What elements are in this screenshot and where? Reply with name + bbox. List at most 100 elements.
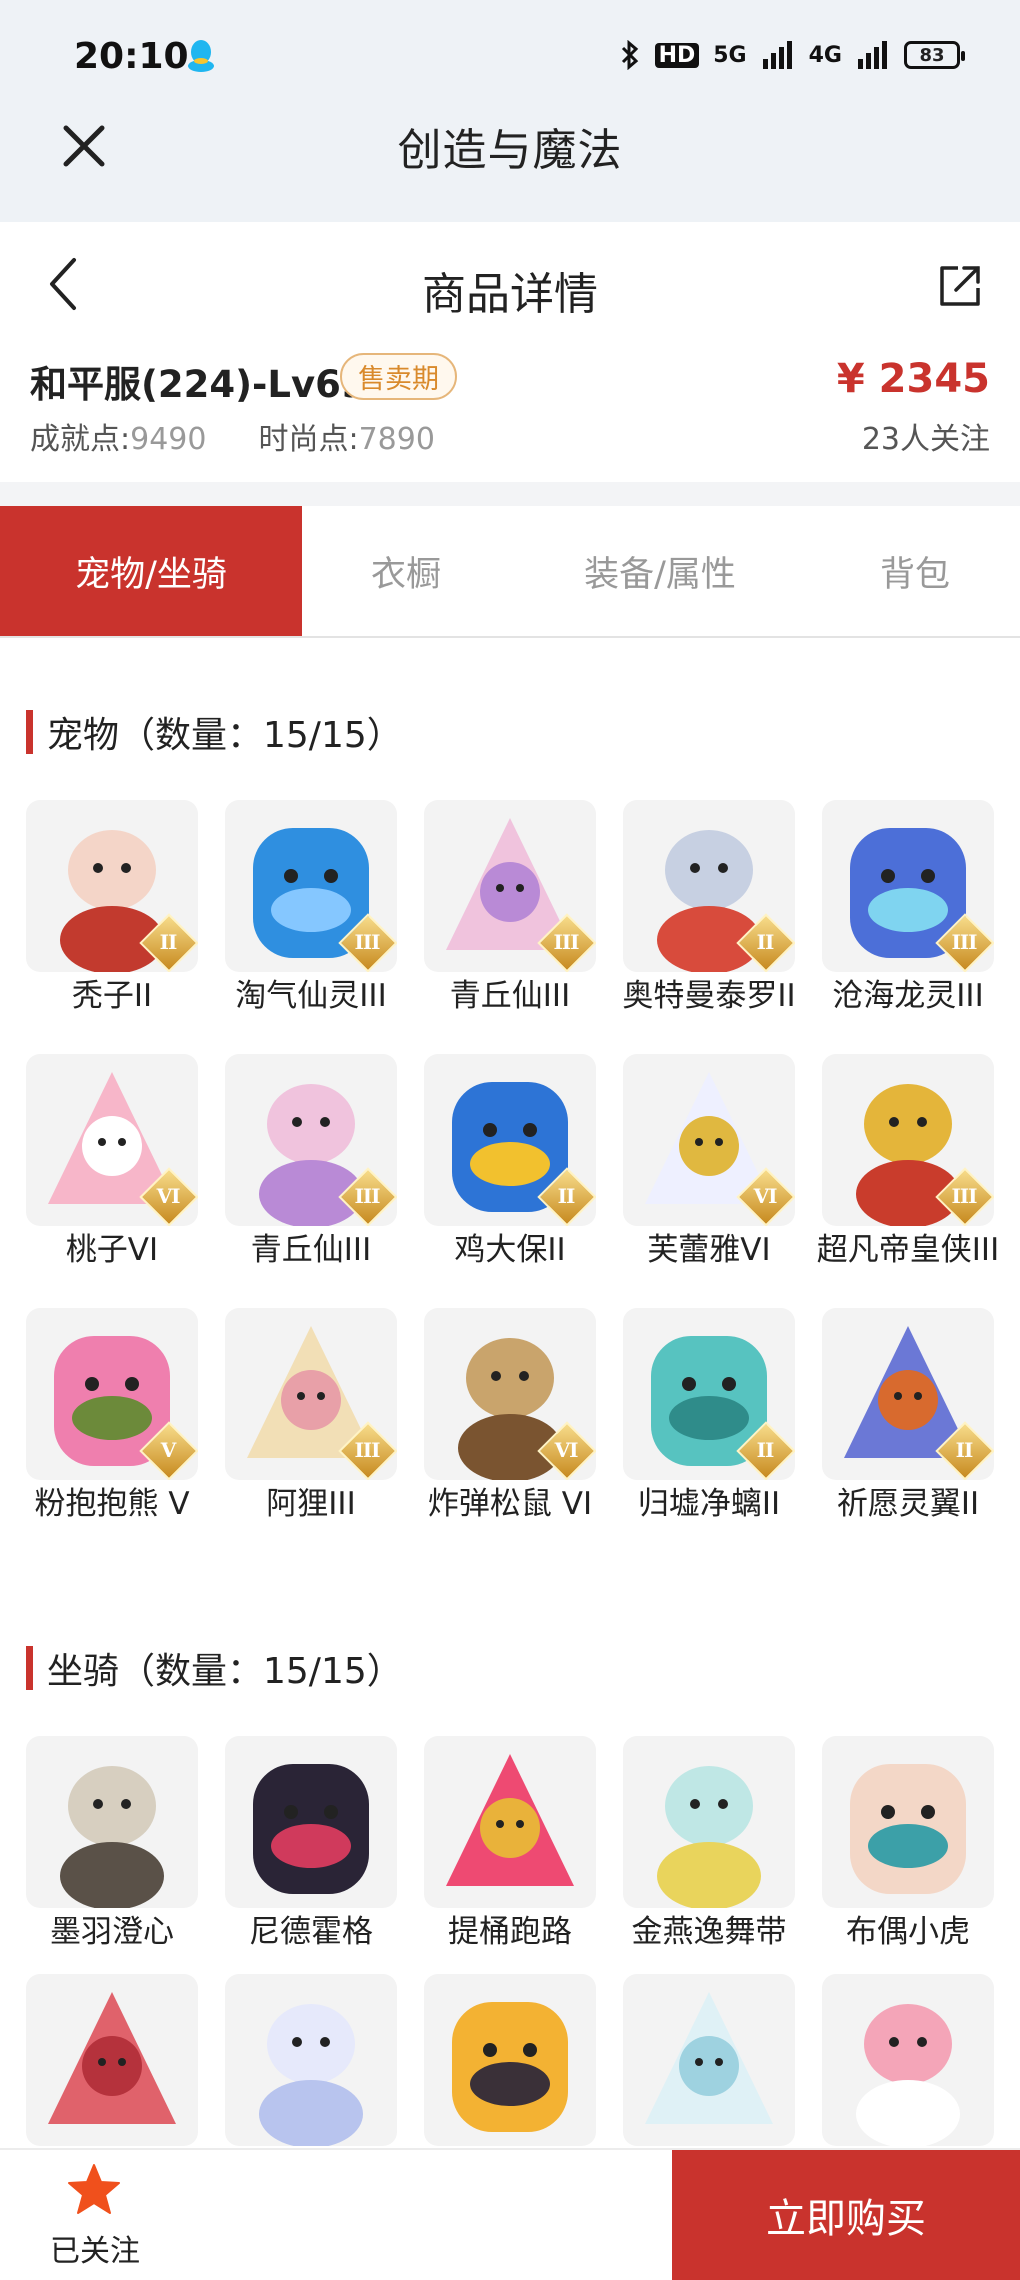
mounts-section-title: 坐骑（数量：15/15）	[26, 1642, 403, 1694]
tab-pets-mounts[interactable]: 宠物/坐骑	[0, 506, 302, 636]
rank-badge-icon: II	[736, 1421, 795, 1480]
pets-grid: II 秃子II III 淘气仙灵III III 青丘仙III II 奥特曼泰罗II III 沧海龙…	[26, 800, 1002, 1524]
item-thumbnail	[26, 1974, 198, 2146]
item-thumbnail	[225, 1974, 397, 2146]
rank-label: VI	[156, 1184, 181, 1208]
pet-item[interactable]: III 淘气仙灵III	[225, 800, 397, 1016]
item-name: 桃子VI	[65, 1232, 159, 1268]
app-header: 20:10 HD 5G 4G 83 创造与魔法	[0, 0, 1020, 222]
tab-wardrobe[interactable]: 衣橱	[302, 506, 510, 636]
mount-item[interactable]	[26, 1974, 198, 2146]
mount-item[interactable]	[822, 1974, 994, 2146]
pet-item[interactable]: VI 炸弹松鼠 VI	[424, 1308, 596, 1524]
item-name: 青丘仙III	[250, 1232, 372, 1268]
item-name: 阿狸III	[266, 1486, 356, 1522]
mount-item[interactable]: 墨羽澄心	[26, 1736, 198, 1952]
item-artwork	[48, 1992, 176, 2124]
item-artwork	[645, 1992, 773, 2124]
item-thumbnail	[822, 1736, 994, 1908]
bottom-action-bar: 已关注 立即购买	[0, 2148, 1020, 2280]
item-name: 金燕逸舞带	[631, 1914, 787, 1950]
item-name: 提桶跑路	[448, 1914, 572, 1950]
4g-signal-icon: 4G	[808, 42, 842, 68]
mounts-section-label: 坐骑（数量：15/15）	[47, 1651, 403, 1692]
product-stats: 成就点:9490 时尚点:7890	[30, 414, 435, 458]
item-name: 沧海龙灵III	[832, 978, 984, 1014]
mount-item[interactable]: 金燕逸舞带	[623, 1736, 795, 1952]
pet-item[interactable]: VI 芙蕾雅VI	[623, 1054, 795, 1270]
follow-label: 已关注	[50, 2234, 140, 2269]
item-thumbnail	[424, 1736, 596, 1908]
rank-badge-icon: V	[139, 1421, 198, 1480]
mount-item[interactable]	[623, 1974, 795, 2146]
item-artwork	[657, 1766, 761, 1908]
page-title: 商品详情	[422, 269, 598, 320]
section-marker	[26, 710, 33, 754]
pet-item[interactable]: II 奥特曼泰罗II	[622, 800, 796, 1016]
rank-label: II	[557, 1184, 576, 1208]
pets-section-title: 宠物（数量：15/15）	[26, 706, 403, 758]
sale-status-badge: 售卖期	[340, 353, 457, 400]
item-name: 淘气仙灵III	[235, 978, 387, 1014]
rank-label: II	[955, 1438, 974, 1462]
buy-now-button[interactable]: 立即购买	[672, 2150, 1020, 2280]
rank-badge-icon: II	[139, 913, 198, 972]
item-name: 粉抱抱熊 V	[34, 1486, 190, 1522]
product-price: ¥ 2345	[836, 356, 990, 402]
tab-equipment[interactable]: 装备/属性	[510, 506, 810, 636]
item-thumbnail: II	[26, 800, 198, 972]
mount-item[interactable]: 布偶小虎	[822, 1736, 994, 1952]
pet-item[interactable]: II 归墟净螭II	[623, 1308, 795, 1524]
achievement-value: 9490	[130, 422, 207, 457]
section-marker	[26, 1646, 33, 1690]
rank-badge-icon: II	[736, 913, 795, 972]
item-thumbnail: V	[26, 1308, 198, 1480]
item-thumbnail: VI	[623, 1054, 795, 1226]
item-thumbnail: III	[822, 1054, 994, 1226]
item-name: 青丘仙III	[449, 978, 571, 1014]
mount-item[interactable]: 尼德霍格	[225, 1736, 397, 1952]
pet-item[interactable]: III 青丘仙III	[424, 800, 596, 1016]
pet-item[interactable]: VI 桃子VI	[26, 1054, 198, 1270]
mount-item[interactable]	[424, 1974, 596, 2146]
item-name: 祈愿灵翼II	[836, 1486, 980, 1522]
tab-backpack[interactable]: 背包	[810, 506, 1020, 636]
rank-label: III	[951, 1184, 977, 1208]
mount-item[interactable]	[225, 1974, 397, 2146]
pet-item[interactable]: V 粉抱抱熊 V	[26, 1308, 198, 1524]
item-artwork	[850, 1764, 966, 1894]
item-name: 布偶小虎	[846, 1914, 970, 1950]
item-name: 超凡帝皇侠III	[816, 1232, 1000, 1268]
rank-badge-icon: III	[935, 913, 994, 972]
pet-item[interactable]: III 超凡帝皇侠III	[817, 1054, 999, 1270]
battery-icon: 83	[904, 41, 965, 69]
item-thumbnail: II	[424, 1054, 596, 1226]
item-thumbnail: III	[225, 800, 397, 972]
follow-button[interactable]: 已关注	[0, 2150, 190, 2280]
pet-item[interactable]: III 阿狸III	[225, 1308, 397, 1524]
pet-item[interactable]: III 沧海龙灵III	[822, 800, 994, 1016]
rank-badge-icon: III	[338, 913, 397, 972]
qq-icon	[188, 40, 214, 72]
share-icon[interactable]	[936, 262, 984, 310]
page-header: 商品详情	[0, 222, 1020, 352]
rank-label: III	[951, 930, 977, 954]
server-name: 和平服(224)-Lv69	[30, 363, 367, 406]
rank-label: III	[354, 930, 380, 954]
pet-item[interactable]: II 祈愿灵翼II	[822, 1308, 994, 1524]
item-artwork	[452, 2002, 568, 2132]
pet-item[interactable]: II 鸡大保II	[424, 1054, 596, 1270]
item-name: 芙蕾雅VI	[647, 1232, 771, 1268]
mounts-grid: 墨羽澄心 尼德霍格 提桶跑路 金燕逸舞带 布偶小虎	[26, 1736, 1002, 2146]
rank-badge-icon: III	[338, 1167, 397, 1226]
item-thumbnail: II	[822, 1308, 994, 1480]
mount-item[interactable]: 提桶跑路	[424, 1736, 596, 1952]
pet-item[interactable]: II 秃子II	[26, 800, 198, 1016]
item-thumbnail: VI	[424, 1308, 596, 1480]
signal-bars-2-icon	[858, 41, 887, 69]
item-thumbnail: III	[225, 1308, 397, 1480]
item-artwork	[259, 2004, 363, 2146]
item-thumbnail	[424, 1974, 596, 2146]
rank-label: III	[553, 930, 579, 954]
pet-item[interactable]: III 青丘仙III	[225, 1054, 397, 1270]
